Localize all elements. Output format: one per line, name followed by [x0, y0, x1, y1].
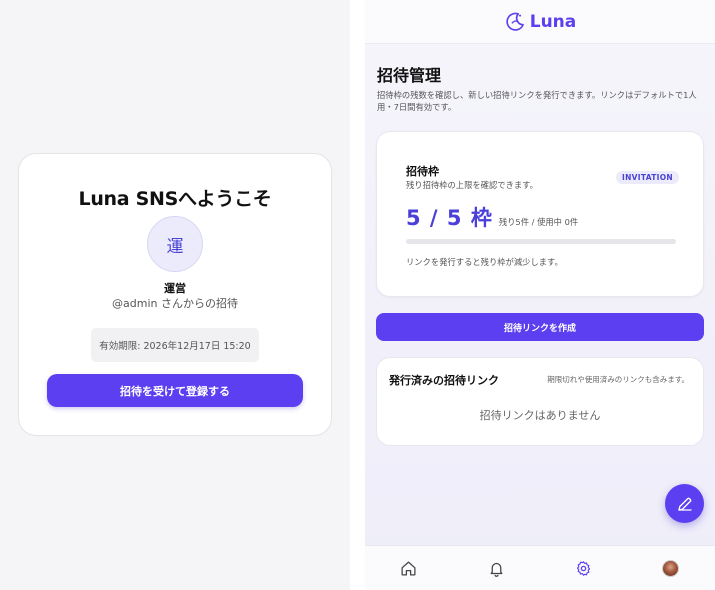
- invitation-badge: INVITATION: [616, 171, 679, 184]
- nav-profile-avatar[interactable]: [662, 560, 679, 577]
- pencil-icon: [677, 497, 692, 511]
- avatar-initial: 運: [166, 236, 184, 257]
- compose-button[interactable]: [665, 484, 704, 523]
- quota-detail: 残り5件 / 使用中 0件: [498, 217, 579, 227]
- quota-value: 5 / 5 枠: [406, 206, 493, 230]
- page-description: 招待枠の残数を確認し、新しい招待リンクを発行できます。リンクはデフォルトで1人用…: [377, 90, 697, 112]
- invite-screen: Luna SNSへようこそ 運 運営 @admin さんからの招待 有効期限: …: [0, 0, 350, 590]
- quota-progress-bar: [406, 239, 676, 244]
- invite-card: Luna SNSへようこそ 運 運営 @admin さんからの招待 有効期限: …: [18, 153, 332, 436]
- moon-icon: [506, 12, 524, 31]
- quota-card: 招待枠 残り招待枠の上限を確認できます。 INVITATION 5 / 5 枠 …: [376, 131, 704, 297]
- create-invite-link-button[interactable]: 招待リンクを作成: [376, 313, 704, 341]
- inviter-handle: @admin さんからの招待: [112, 297, 238, 310]
- quota-title: 招待枠: [406, 165, 439, 178]
- accept-invite-button[interactable]: 招待を受けて登録する: [47, 374, 303, 407]
- logo-text: Luna: [529, 11, 577, 32]
- nav-notifications[interactable]: [487, 559, 505, 577]
- bell-icon: [490, 562, 502, 577]
- home-icon: [400, 560, 416, 576]
- nav-home[interactable]: [399, 559, 417, 577]
- quota-note: リンクを発行すると残り枠が減少します。: [406, 257, 563, 267]
- issued-links-title: 発行済みの招待リンク: [389, 374, 499, 387]
- invite-title: Luna SNSへようこそ: [78, 188, 272, 210]
- quota-summary: 5 / 5 枠 残り5件 / 使用中 0件: [406, 202, 578, 232]
- quota-subtitle: 残り招待枠の上限を確認できます。: [406, 180, 538, 190]
- issued-links-card: 発行済みの招待リンク 期限切れや使用済みのリンクも含みます。 招待リンクはありま…: [376, 357, 704, 446]
- app-header: Luna: [365, 0, 715, 44]
- gear-icon: [576, 560, 590, 576]
- bottom-nav: [365, 545, 715, 590]
- page-title: 招待管理: [377, 66, 442, 85]
- nav-settings[interactable]: [574, 559, 592, 577]
- issued-links-note: 期限切れや使用済みのリンクも含みます。: [547, 375, 689, 384]
- invite-management-screen: Luna 招待管理 招待枠の残数を確認し、新しい招待リンクを発行できます。リンク…: [365, 0, 715, 590]
- issued-links-empty: 招待リンクはありません: [479, 409, 601, 422]
- inviter-name: 運営: [164, 282, 186, 295]
- inviter-avatar: 運: [147, 216, 203, 272]
- expiry-info: 有効期限: 2026年12月17日 15:20: [91, 328, 259, 362]
- logo[interactable]: Luna: [504, 11, 577, 33]
- expiry-text: 有効期限: 2026年12月17日 15:20: [99, 341, 251, 352]
